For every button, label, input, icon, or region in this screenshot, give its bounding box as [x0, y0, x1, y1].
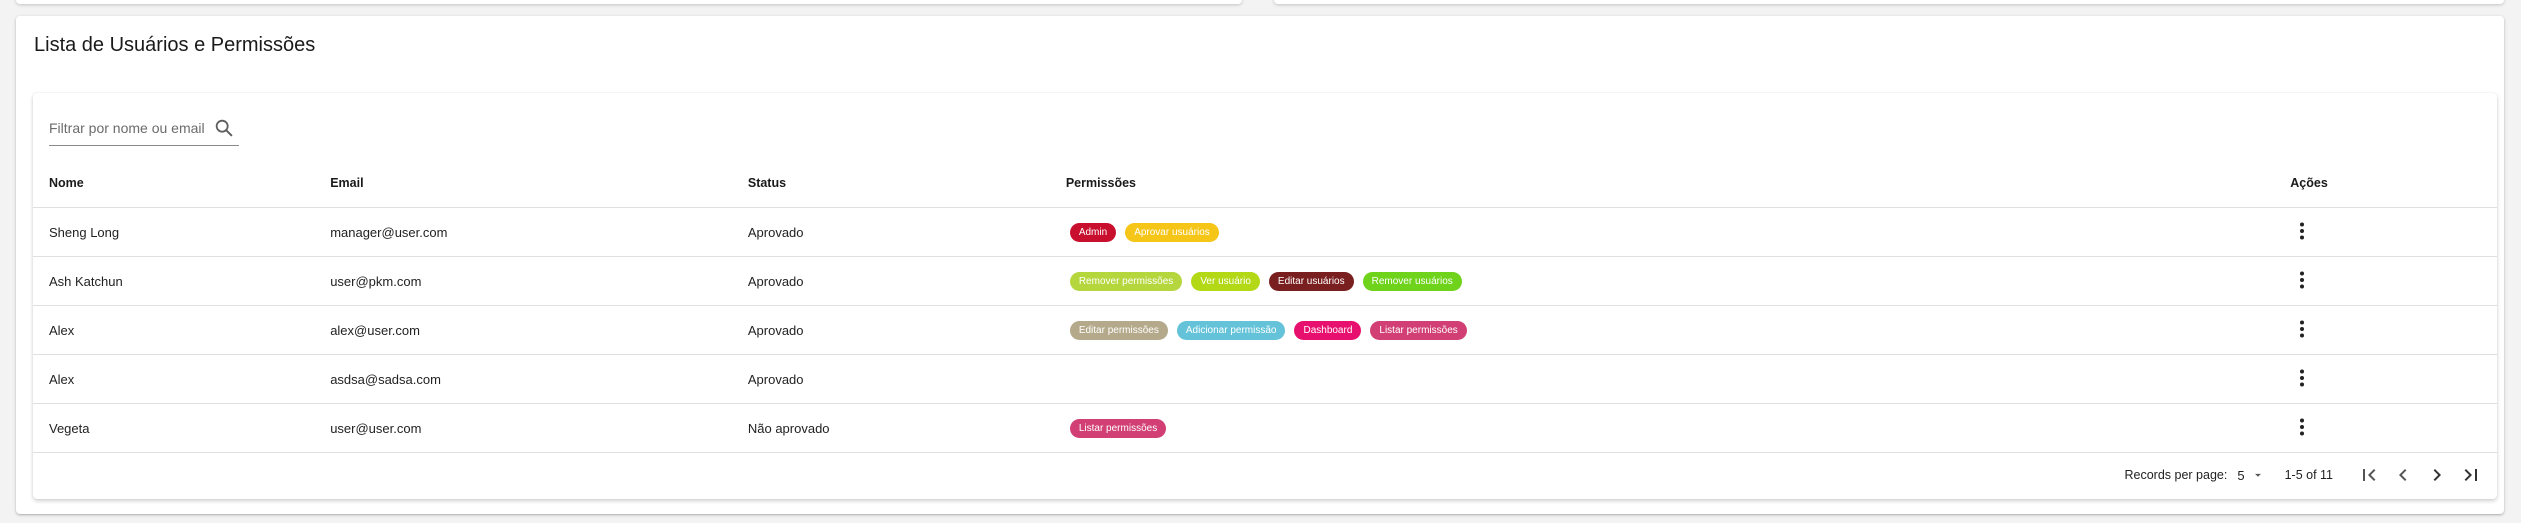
table-header-row: Nome Email Status Permissões Ações [33, 159, 2497, 208]
previous-card-left [16, 0, 1242, 4]
user-name-cell: Alex [33, 354, 331, 404]
first-page-icon[interactable] [2357, 463, 2381, 487]
actions-cell [2290, 403, 2497, 453]
actions-cell [2290, 305, 2497, 355]
header-permissions[interactable]: Permissões [1065, 159, 2291, 208]
actions-cell [2290, 354, 2497, 404]
previous-card-right [1274, 0, 2504, 4]
next-page-icon[interactable] [2425, 463, 2449, 487]
more-vertical-icon[interactable] [2290, 219, 2314, 243]
user-name-cell: Alex [33, 305, 331, 355]
user-status-cell: Aprovado [747, 354, 1066, 404]
table-row: Vegeta user@user.com Não aprovado Listar pe… [33, 403, 2497, 453]
user-status-cell: Aprovado [747, 207, 1066, 257]
table-row: Ash Katchun user@pkm.com Aprovado Remover p… [33, 256, 2497, 306]
user-email-cell: alex@user.com [330, 305, 748, 355]
filter-field[interactable] [49, 111, 239, 146]
permission-chip: Editar permissões [1069, 320, 1168, 340]
permission-chip: Listar permissões [1069, 418, 1167, 438]
table-row: Alex alex@user.com Aprovado Editar permissõ… [33, 305, 2497, 355]
permission-chip: Listar permissões [1370, 320, 1467, 340]
user-status-cell: Aprovado [747, 256, 1066, 306]
permission-chip: Editar usuários [1268, 271, 1354, 291]
search-icon[interactable] [213, 117, 235, 139]
user-name-cell: Ash Katchun [33, 256, 331, 306]
users-table: Nome Email Status Permissões Ações Sheng… [33, 159, 2497, 453]
more-vertical-icon[interactable] [2290, 415, 2314, 439]
permission-chip: Dashboard [1294, 320, 1362, 340]
page-title: Lista de Usuários e Permissões [34, 34, 316, 56]
permission-chip: Aprovar usuários [1125, 222, 1219, 242]
user-email-cell: manager@user.com [330, 207, 748, 257]
more-vertical-icon[interactable] [2290, 268, 2314, 292]
users-table-panel: Nome Email Status Permissões Ações Sheng… [33, 93, 2497, 499]
permissions-cell: Admin Aprovar usuários [1065, 207, 2291, 257]
permission-chip: Ver usuário [1191, 271, 1260, 291]
table-pagination: Records per page: 5 1-5 of 11 [33, 451, 2497, 499]
table-row: Alex asdsa@sadsa.com Aprovado [33, 354, 2497, 404]
rows-per-page-label: Records per page: [2124, 468, 2228, 482]
permission-chip: Remover usuários [1362, 271, 1462, 291]
permissions-cell: Listar permissões [1065, 403, 2291, 453]
users-permissions-card: Lista de Usuários e Permissões Nome Emai… [16, 16, 2504, 514]
filter-input[interactable] [49, 120, 209, 136]
user-email-cell: user@pkm.com [330, 256, 748, 306]
header-status[interactable]: Status [747, 159, 1066, 208]
permission-chip: Remover permissões [1069, 271, 1183, 291]
header-name[interactable]: Nome [33, 159, 331, 208]
permission-chip: Admin [1069, 222, 1117, 242]
pagination-range: 1-5 of 11 [2284, 468, 2333, 482]
user-email-cell: user@user.com [330, 403, 748, 453]
table-row: Sheng Long manager@user.com Aprovado Admin A… [33, 207, 2497, 257]
user-name-cell: Vegeta [33, 403, 331, 453]
last-page-icon[interactable] [2459, 463, 2483, 487]
header-actions: Ações [2290, 159, 2497, 208]
actions-cell [2290, 207, 2497, 257]
permissions-cell: Editar permissões Adicionar permissão Dash… [1065, 305, 2291, 355]
more-vertical-icon[interactable] [2290, 366, 2314, 390]
user-name-cell: Sheng Long [33, 207, 331, 257]
permission-chip: Adicionar permissão [1176, 320, 1286, 340]
actions-cell [2290, 256, 2497, 306]
rows-per-page-select[interactable]: 5 [2237, 468, 2264, 483]
user-status-cell: Aprovado [747, 305, 1066, 355]
permissions-cell: Remover permissões Ver usuário Editar usuá… [1065, 256, 2291, 306]
user-status-cell: Não aprovado [747, 403, 1066, 453]
header-email[interactable]: Email [330, 159, 748, 208]
more-vertical-icon[interactable] [2290, 317, 2314, 341]
permissions-cell [1065, 354, 2291, 404]
user-email-cell: asdsa@sadsa.com [330, 354, 748, 404]
rows-per-page-value: 5 [2237, 467, 2245, 483]
previous-page-icon[interactable] [2391, 463, 2415, 487]
caret-down-icon [2254, 473, 2261, 477]
